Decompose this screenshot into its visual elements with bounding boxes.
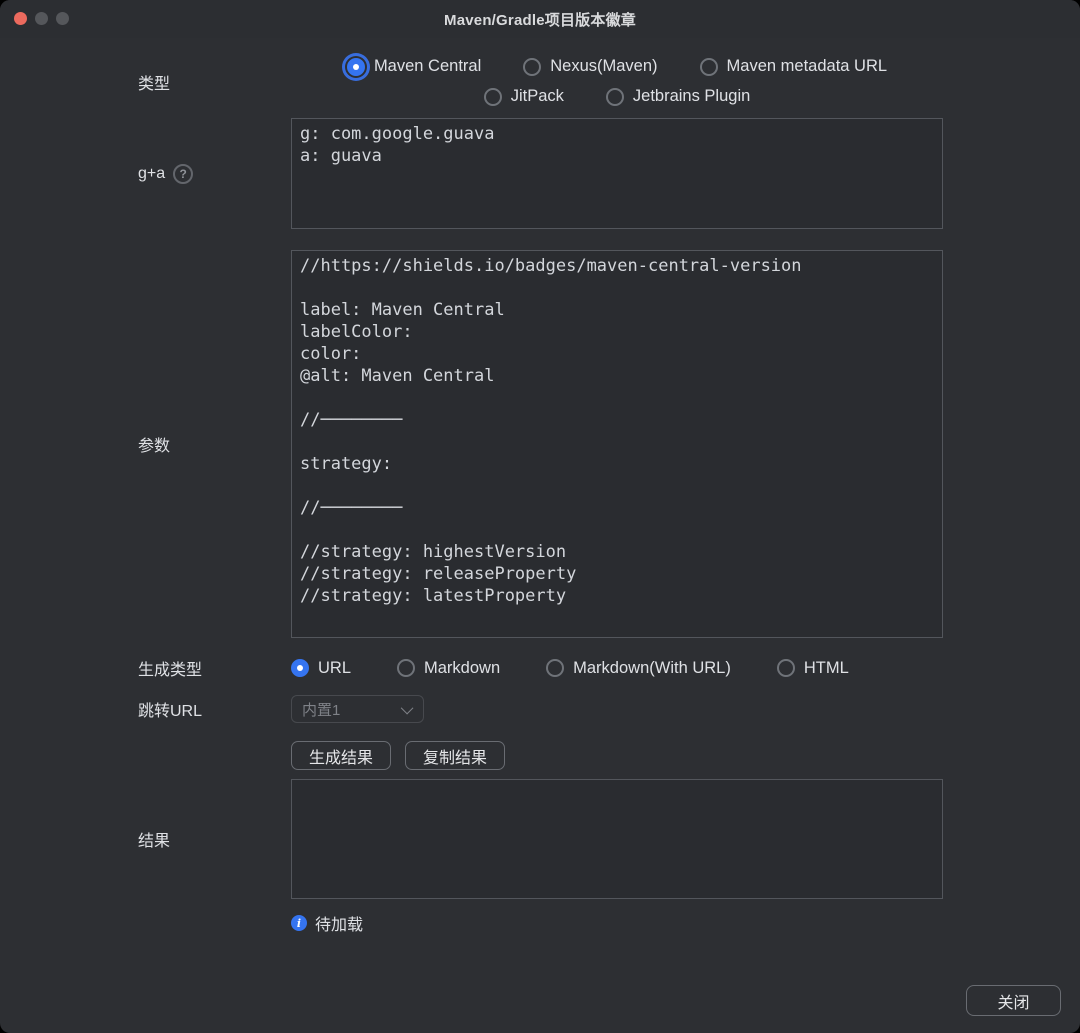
chevron-down-icon: [400, 701, 414, 714]
title-bar: Maven/Gradle项目版本徽章: [0, 0, 1080, 38]
radio-maven-central[interactable]: Maven Central: [346, 57, 482, 76]
close-window-icon[interactable]: [14, 12, 27, 25]
jump-url-selected-value: 内置1: [302, 701, 341, 719]
actions-row: 生成结果 复制结果: [0, 741, 1080, 770]
type-radio-line-1: Maven Central Nexus(Maven) Maven metadat…: [291, 57, 943, 76]
generate-result-button[interactable]: 生成结果: [291, 741, 392, 770]
jump-url-row: 跳转URL 内置1: [0, 695, 1080, 723]
window-title: Maven/Gradle项目版本徽章: [444, 11, 636, 29]
status-text: 待加载: [315, 917, 364, 934]
ga-input[interactable]: g: com.google.guava a: guava: [291, 118, 943, 229]
jump-url-select[interactable]: 内置1: [291, 695, 424, 723]
type-radio-line-2: JitPack Jetbrains Plugin: [291, 87, 943, 106]
radio-nexus-maven[interactable]: Nexus(Maven): [523, 57, 658, 76]
jump-url-label: 跳转URL: [138, 703, 203, 720]
status-row: i 待加载: [0, 911, 1080, 935]
radio-label: Maven Central: [373, 57, 482, 75]
help-icon[interactable]: ?: [173, 163, 194, 184]
radio-markdown[interactable]: Markdown: [397, 659, 500, 678]
copy-result-button[interactable]: 复制结果: [405, 741, 506, 770]
radio-label: Jetbrains Plugin: [632, 87, 751, 105]
zoom-window-icon[interactable]: [56, 12, 69, 25]
radio-label: Markdown(With URL): [573, 658, 731, 677]
generate-type-radio-group: URL Markdown Markdown(With URL) HTML: [291, 659, 943, 678]
info-icon: i: [291, 915, 307, 931]
radio-label: Markdown: [424, 658, 501, 677]
radio-selected-icon: [346, 57, 365, 76]
radio-label: Nexus(Maven): [550, 57, 658, 75]
radio-label: HTML: [803, 658, 849, 677]
radio-jetbrains-plugin[interactable]: Jetbrains Plugin: [605, 87, 751, 106]
radio-url[interactable]: URL: [291, 659, 351, 678]
ga-row: g+a ? g: com.google.guava a: guava: [0, 118, 1080, 229]
radio-unselected-icon: [605, 87, 624, 106]
params-row: 参数 //https://shields.io/badges/maven-cen…: [0, 250, 1080, 638]
radio-unselected-icon: [776, 659, 795, 677]
radio-unselected-icon: [523, 57, 542, 76]
type-label: 类型: [138, 75, 171, 93]
radio-label: Maven metadata URL: [726, 57, 888, 75]
type-radio-group: Maven Central Nexus(Maven) Maven metadat…: [291, 57, 943, 106]
params-label: 参数: [138, 438, 171, 455]
generate-type-label: 生成类型: [138, 662, 203, 679]
radio-label: JitPack: [510, 87, 564, 105]
result-output[interactable]: [291, 779, 943, 899]
result-label: 结果: [138, 833, 171, 850]
radio-markdown-with-url[interactable]: Markdown(With URL): [546, 659, 731, 678]
radio-unselected-icon: [397, 659, 416, 677]
radio-label: URL: [318, 658, 352, 677]
radio-unselected-icon: [483, 87, 502, 106]
radio-html[interactable]: HTML: [776, 658, 849, 678]
radio-unselected-icon: [699, 57, 718, 76]
radio-selected-icon: [291, 659, 309, 677]
generate-type-row: 生成类型 URL Markdown Markdown(With URL) HTM…: [0, 656, 1080, 680]
radio-maven-metadata-url[interactable]: Maven metadata URL: [699, 57, 888, 76]
radio-unselected-icon: [546, 659, 565, 677]
ga-label: g+a: [138, 164, 166, 182]
radio-jitpack[interactable]: JitPack: [483, 87, 564, 106]
params-input[interactable]: //https://shields.io/badges/maven-centra…: [291, 250, 943, 638]
dialog-window: Maven/Gradle项目版本徽章 类型 Maven Central Nexu…: [0, 0, 1080, 1033]
result-row: 结果: [0, 779, 1080, 899]
minimize-window-icon[interactable]: [35, 12, 48, 25]
close-dialog-button[interactable]: 关闭: [966, 985, 1061, 1016]
type-row: 类型 Maven Central Nexus(Maven) Maven meta…: [0, 57, 1080, 106]
traffic-lights: [14, 12, 69, 25]
